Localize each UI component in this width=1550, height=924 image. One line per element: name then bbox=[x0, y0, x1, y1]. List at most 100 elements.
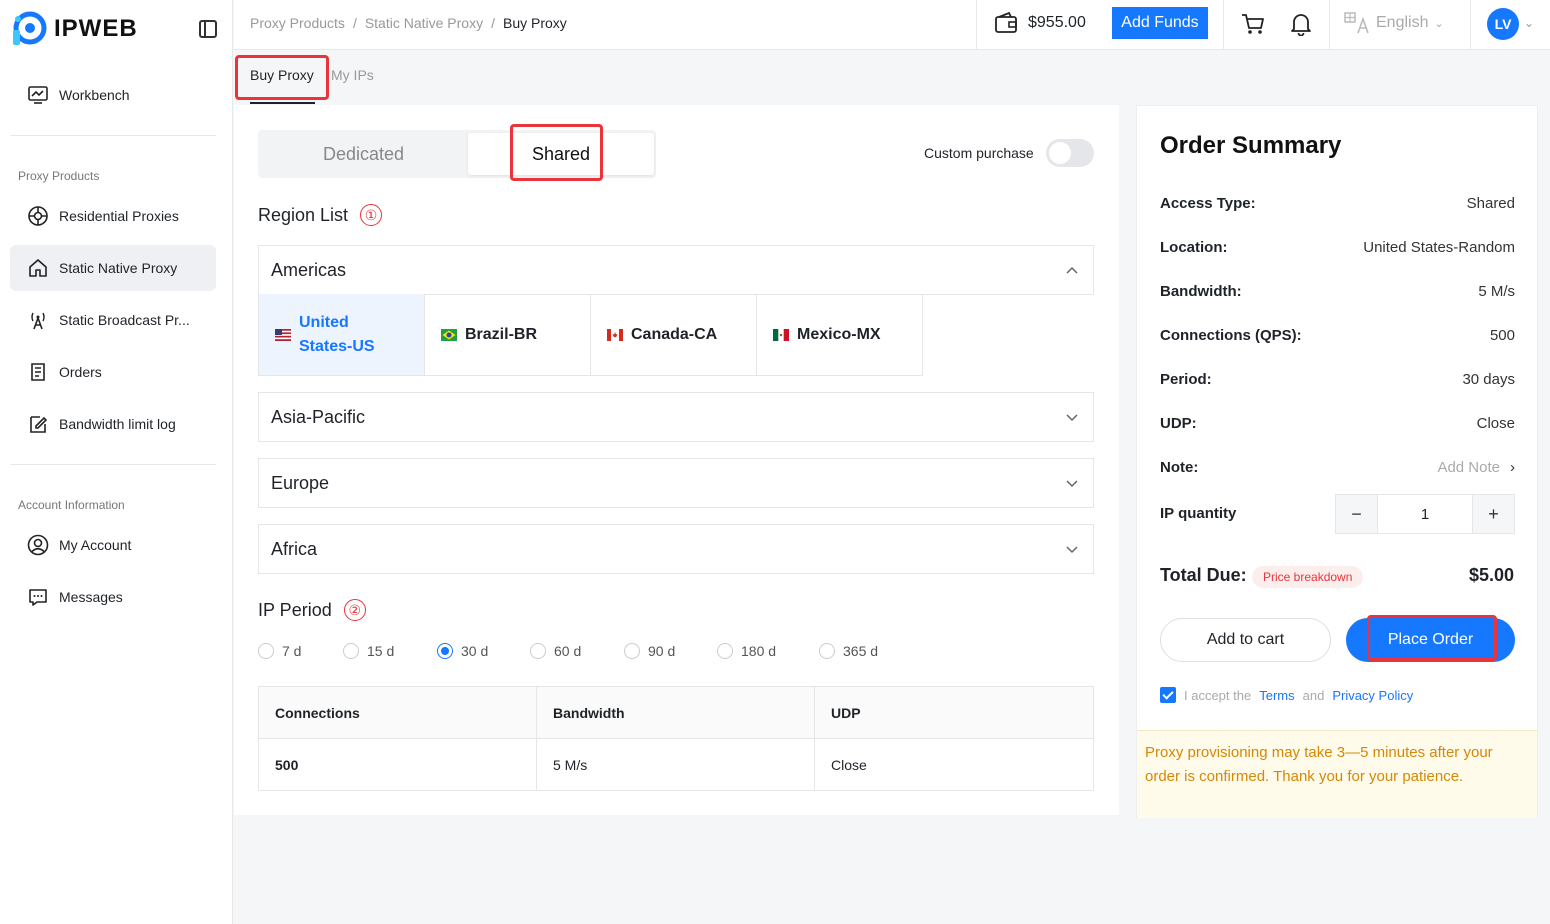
chevron-down-icon bbox=[1066, 414, 1078, 422]
section-title: IP Period bbox=[258, 599, 332, 620]
tab-buy-proxy[interactable]: Buy Proxy bbox=[250, 67, 314, 83]
summary-value: United States-Random bbox=[1363, 239, 1515, 256]
terms-checkbox[interactable] bbox=[1160, 687, 1176, 703]
place-order-button[interactable]: Place Order bbox=[1346, 618, 1515, 662]
country-label: Brazil-BR bbox=[465, 325, 538, 343]
table-cell: 5 M/s bbox=[536, 738, 815, 791]
radio[interactable] bbox=[624, 643, 640, 659]
sidebar-item-my-account[interactable]: My Account bbox=[10, 522, 216, 568]
shared-option[interactable]: Shared bbox=[468, 133, 654, 175]
wallet-icon bbox=[995, 12, 1017, 33]
period-15d[interactable]: 15 d bbox=[343, 643, 437, 659]
avatar[interactable]: LV bbox=[1487, 8, 1519, 40]
country-brazil[interactable]: Brazil-BR bbox=[424, 294, 591, 376]
chevron-right-icon: › bbox=[1510, 459, 1515, 476]
country-mexico[interactable]: Mexico-MX bbox=[756, 294, 923, 376]
total-label: Total Due: bbox=[1160, 565, 1247, 585]
add-note-link[interactable]: Add Note › bbox=[1437, 459, 1515, 476]
bell-icon[interactable] bbox=[1290, 12, 1312, 36]
language-selector[interactable]: English ⌄ bbox=[1344, 11, 1444, 35]
add-to-cart-button[interactable]: Add to cart bbox=[1160, 618, 1331, 662]
sidebar-item-messages[interactable]: Messages bbox=[10, 574, 216, 620]
radio-selected[interactable] bbox=[437, 643, 453, 659]
period-7d[interactable]: 7 d bbox=[258, 643, 343, 659]
region-americas[interactable]: Americas bbox=[258, 245, 1094, 295]
summary-row: Location: United States-Random bbox=[1160, 239, 1515, 256]
message-icon bbox=[27, 586, 49, 608]
ip-period-title: IP Period ② bbox=[258, 599, 366, 621]
radio[interactable] bbox=[819, 643, 835, 659]
section-label-proxy: Proxy Products bbox=[18, 169, 100, 183]
table-row: 500 5 M/s Close bbox=[258, 738, 1094, 791]
step-number: ② bbox=[343, 599, 366, 621]
region-africa[interactable]: Africa bbox=[258, 524, 1094, 574]
quantity-input[interactable]: 1 bbox=[1377, 495, 1473, 533]
sidebar-item-static-native[interactable]: Static Native Proxy bbox=[10, 245, 216, 291]
period-180d[interactable]: 180 d bbox=[717, 643, 819, 659]
period-365d[interactable]: 365 d bbox=[819, 643, 909, 659]
sidebar-item-label: Residential Proxies bbox=[59, 208, 179, 224]
region-label: Africa bbox=[271, 538, 318, 559]
period-label: 7 d bbox=[282, 643, 302, 659]
summary-value: 5 M/s bbox=[1478, 283, 1515, 300]
table-header: Connections bbox=[258, 686, 537, 739]
total-value: $5.00 bbox=[1468, 565, 1514, 585]
chevron-down-icon: ⌄ bbox=[1434, 17, 1444, 30]
table-cell: Close bbox=[814, 738, 1094, 791]
chevron-down-icon bbox=[1066, 480, 1078, 488]
add-funds-button[interactable]: Add Funds bbox=[1112, 7, 1208, 39]
region-europe[interactable]: Europe bbox=[258, 458, 1094, 508]
increment-button[interactable]: + bbox=[1473, 495, 1514, 533]
breadcrumb-item[interactable]: Static Native Proxy bbox=[365, 15, 483, 31]
wallet: $955.00 bbox=[994, 12, 1086, 34]
price-breakdown-badge[interactable]: Price breakdown bbox=[1252, 566, 1364, 588]
period-90d[interactable]: 90 d bbox=[624, 643, 717, 659]
divider bbox=[976, 0, 977, 50]
period-60d[interactable]: 60 d bbox=[530, 643, 624, 659]
radio[interactable] bbox=[717, 643, 733, 659]
edit-icon bbox=[27, 413, 49, 435]
country-label: Canada-CA bbox=[631, 325, 718, 343]
privacy-policy-link[interactable]: Privacy Policy bbox=[1332, 688, 1413, 703]
country-canada[interactable]: Canada-CA bbox=[590, 294, 757, 376]
sidebar-item-bandwidth-log[interactable]: Bandwidth limit log bbox=[10, 401, 216, 447]
logo[interactable]: IPWEB bbox=[10, 10, 138, 48]
sidebar-item-static-broadcast[interactable]: Static Broadcast Pr... bbox=[10, 297, 216, 343]
custom-purchase-toggle[interactable] bbox=[1046, 139, 1094, 167]
radio[interactable] bbox=[343, 643, 359, 659]
decrement-button[interactable]: − bbox=[1336, 495, 1377, 533]
terms-agreement: I accept the Terms and Privacy Policy bbox=[1160, 687, 1413, 703]
breadcrumb-item[interactable]: Proxy Products bbox=[250, 15, 345, 31]
dedicated-option[interactable]: Dedicated bbox=[261, 133, 466, 175]
monitor-icon bbox=[27, 84, 49, 106]
terms-prefix: I accept the bbox=[1184, 687, 1252, 703]
user-icon bbox=[27, 534, 49, 556]
section-label-account: Account Information bbox=[18, 498, 125, 512]
chevron-down-icon[interactable]: ⌄ bbox=[1524, 16, 1534, 30]
sidebar-item-workbench[interactable]: Workbench bbox=[10, 72, 216, 118]
divider bbox=[1470, 0, 1471, 50]
sidebar-collapse-icon[interactable] bbox=[199, 20, 217, 38]
sidebar-item-residential[interactable]: Residential Proxies bbox=[10, 193, 216, 239]
table-header: UDP bbox=[814, 686, 1094, 739]
radio[interactable] bbox=[530, 643, 546, 659]
divider bbox=[10, 135, 216, 136]
country-label: Mexico-MX bbox=[797, 325, 881, 343]
tab-my-ips[interactable]: My IPs bbox=[331, 67, 374, 83]
chevron-up-icon bbox=[1066, 266, 1078, 274]
cart-icon[interactable] bbox=[1240, 12, 1266, 36]
summary-key: UDP: bbox=[1160, 415, 1197, 432]
country-list: United States-US Brazil-BR Canada-CA Mexi… bbox=[258, 294, 923, 376]
radio[interactable] bbox=[258, 643, 274, 659]
terms-link[interactable]: Terms bbox=[1259, 688, 1294, 703]
summary-value: Close bbox=[1476, 415, 1515, 432]
sidebar-item-label: Static Native Proxy bbox=[59, 260, 178, 276]
note-row: Note: Add Note › bbox=[1160, 459, 1515, 476]
region-asia-pacific[interactable]: Asia-Pacific bbox=[258, 392, 1094, 442]
home-icon bbox=[27, 257, 49, 279]
summary-key: IP quantity bbox=[1160, 505, 1237, 522]
purchase-panel: Dedicated Shared Custom purchase Region … bbox=[234, 105, 1119, 815]
sidebar-item-orders[interactable]: Orders bbox=[10, 349, 216, 395]
country-united-states[interactable]: United States-US bbox=[258, 294, 425, 376]
period-30d[interactable]: 30 d bbox=[437, 643, 530, 659]
